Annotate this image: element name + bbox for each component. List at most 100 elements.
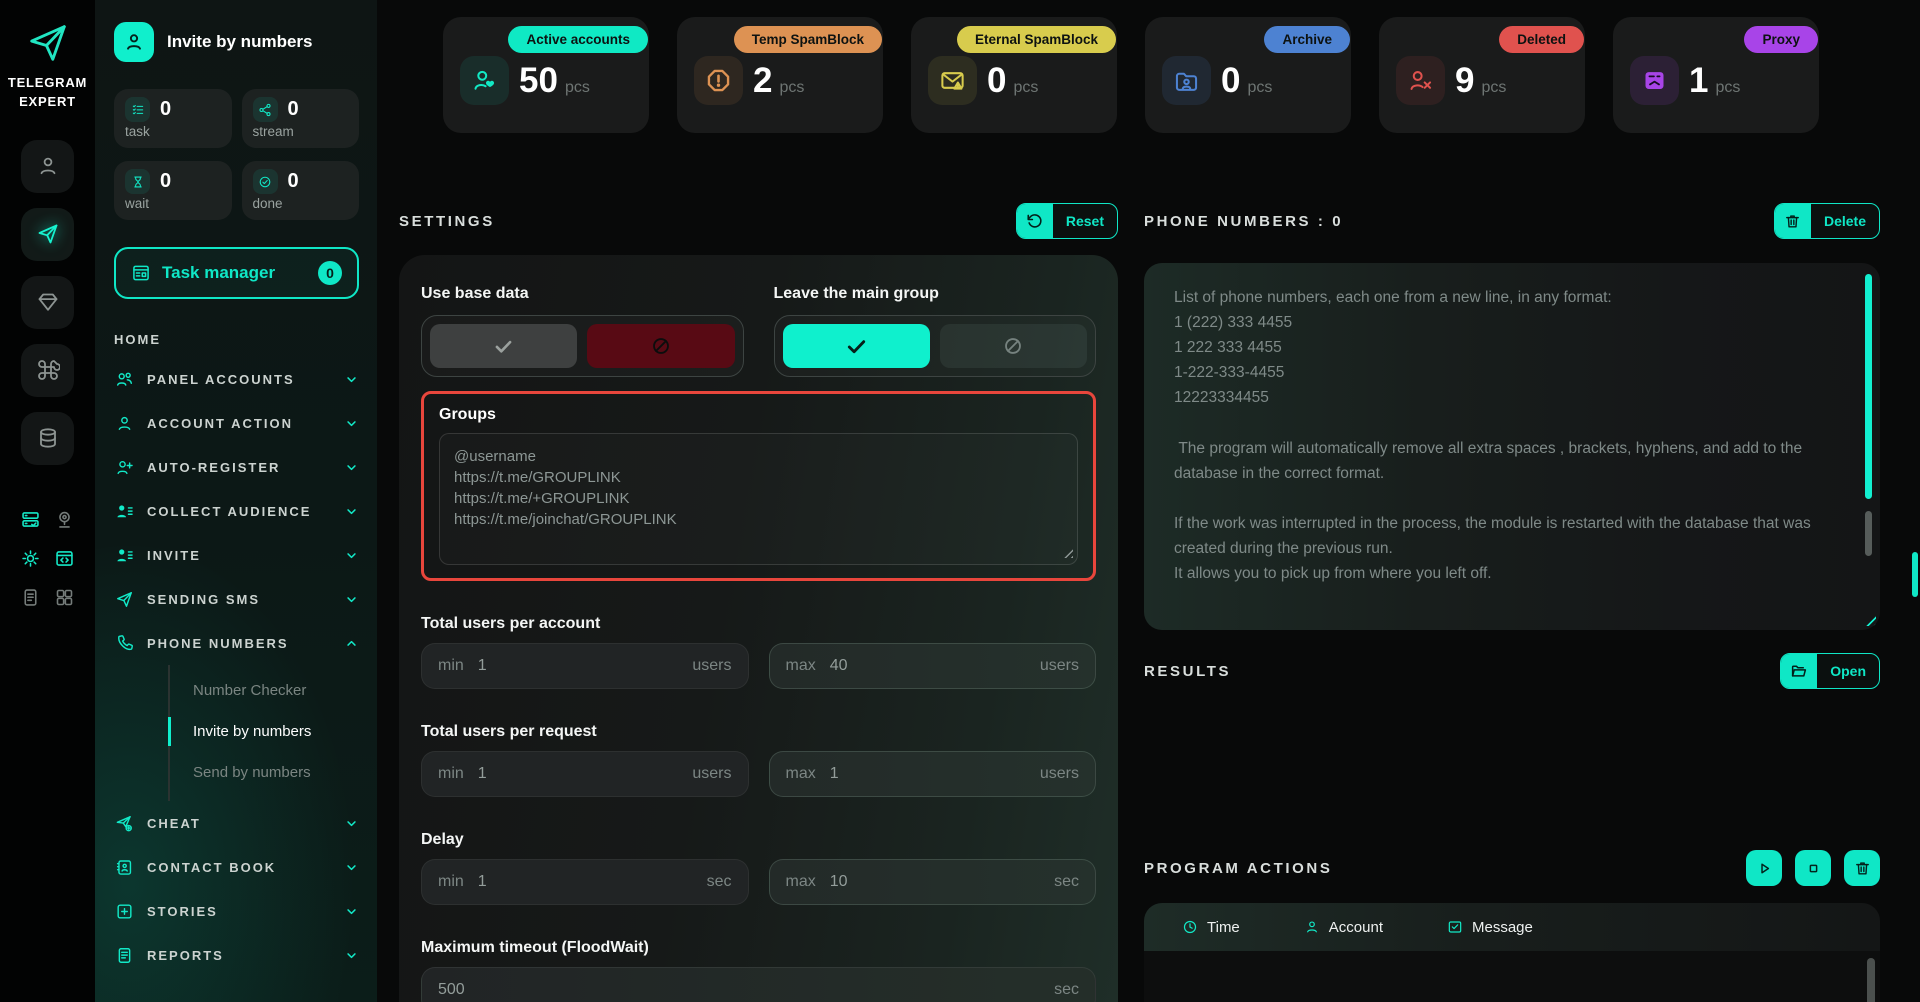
min-prefix: min	[438, 765, 464, 783]
rotate-ccw-icon	[1017, 204, 1053, 238]
nav-item-account-action[interactable]: ACCOUNT ACTION	[114, 401, 359, 445]
column-label: Time	[1207, 919, 1240, 936]
unit-label: sec	[707, 873, 732, 891]
rail-tiles	[21, 140, 74, 465]
delay-max-input[interactable]: max10sec	[769, 859, 1097, 905]
folder-user-icon	[1162, 56, 1211, 105]
gear-icon[interactable]	[20, 548, 42, 570]
nav-item-invite[interactable]: INVITE	[114, 533, 359, 577]
submenu-item-number-checker[interactable]: Number Checker	[170, 670, 359, 711]
document-icon[interactable]	[20, 587, 42, 609]
webcam-user-icon[interactable]	[54, 509, 76, 531]
settings-panel: Use base data Leave the main group Group…	[399, 255, 1118, 1002]
user-plus-icon	[114, 458, 134, 477]
chevron-down-icon	[344, 816, 359, 831]
use-base-data-no-option[interactable]	[587, 324, 734, 368]
scrollbar-thumb[interactable]	[1865, 511, 1872, 556]
stat-chip-stream: 0 stream	[242, 89, 360, 148]
task-window-icon	[131, 263, 151, 283]
users-per-account-max-input[interactable]: max40users	[769, 643, 1097, 689]
phone-numbers-submenu: Number Checker Invite by numbers Send by…	[168, 665, 359, 801]
column-time: Time	[1182, 919, 1240, 936]
status-unit: pcs	[1715, 79, 1740, 97]
submenu-item-invite-by-numbers[interactable]: Invite by numbers	[170, 711, 359, 752]
unit-label: users	[692, 765, 731, 783]
checklist-icon	[125, 97, 150, 122]
nav-item-cheat[interactable]: CHEAT	[114, 801, 359, 845]
reset-button[interactable]: Reset	[1016, 203, 1118, 239]
nav-item-sending-sms[interactable]: SENDING SMS	[114, 577, 359, 621]
delay-min-input[interactable]: min1sec	[421, 859, 749, 905]
nav-item-contact-book[interactable]: CONTACT BOOK	[114, 845, 359, 889]
program-actions-title: PROGRAM ACTIONS	[1144, 860, 1332, 877]
rail-tab-tools[interactable]	[21, 344, 74, 397]
page-title: Invite by numbers	[167, 32, 312, 52]
chevron-down-icon	[344, 460, 359, 475]
leave-main-group-yes-option[interactable]	[783, 324, 930, 368]
rail-tab-sender[interactable]	[21, 208, 74, 261]
table-header: Time Account Message	[1144, 903, 1880, 951]
people-icon	[114, 370, 134, 389]
nav-item-phone-numbers[interactable]: PHONE NUMBERS	[114, 621, 359, 665]
unit-label: users	[1040, 765, 1079, 783]
leave-main-group-no-option[interactable]	[940, 324, 1087, 368]
resize-handle-icon[interactable]	[1865, 615, 1876, 626]
users-per-request-min-input[interactable]: min1users	[421, 751, 749, 797]
code-window-icon[interactable]	[54, 548, 76, 570]
grid-icon[interactable]	[54, 587, 76, 609]
column-message: Message	[1447, 919, 1533, 936]
nav-item-collect-audience[interactable]: COLLECT AUDIENCE	[114, 489, 359, 533]
nav-item-stories[interactable]: STORIES	[114, 889, 359, 933]
status-card-deleted: Deleted 9pcs	[1379, 17, 1585, 133]
settings-column: SETTINGS Reset Use base data Leave the m…	[399, 203, 1118, 1002]
brand-line2: EXPERT	[8, 93, 87, 112]
proxy-server-icon	[1630, 56, 1679, 105]
stat-value: 0	[288, 98, 299, 121]
server-check-icon[interactable]	[20, 509, 42, 531]
rail-tab-accounts[interactable]	[21, 140, 74, 193]
rail-tab-premium[interactable]	[21, 276, 74, 329]
delete-button[interactable]: Delete	[1774, 203, 1880, 239]
users-per-request-max-input[interactable]: max1users	[769, 751, 1097, 797]
status-value: 1	[1689, 61, 1708, 101]
floodwait-timeout-input[interactable]: 500sec	[421, 967, 1096, 1002]
octagon-alert-icon	[694, 56, 743, 105]
groups-label: Groups	[439, 406, 1078, 424]
brand-name: TELEGRAM EXPERT	[8, 74, 87, 112]
phone-numbers-textarea[interactable]	[1174, 285, 1836, 608]
groups-textarea[interactable]	[439, 433, 1078, 565]
nav-label: PANEL ACCOUNTS	[147, 372, 295, 387]
open-results-button[interactable]: Open	[1780, 653, 1880, 689]
hourglass-icon	[125, 169, 150, 194]
stat-label: wait	[125, 196, 221, 211]
max-value: 10	[830, 873, 848, 891]
users-per-account-min-input[interactable]: min1users	[421, 643, 749, 689]
submenu-item-send-by-numbers[interactable]: Send by numbers	[170, 752, 359, 793]
phone-numbers-column: PHONE NUMBERS : 0 Delete RESULTS Open PR…	[1144, 203, 1880, 1002]
use-base-data-yes-option[interactable]	[430, 324, 577, 368]
rail-tab-database[interactable]	[21, 412, 74, 465]
chevron-down-icon	[344, 504, 359, 519]
play-button[interactable]	[1746, 850, 1782, 886]
paper-plane-icon	[36, 222, 60, 246]
user-icon	[36, 154, 60, 178]
clear-log-button[interactable]	[1844, 850, 1880, 886]
stop-button[interactable]	[1795, 850, 1831, 886]
brand-logo-paper-plane-icon	[25, 20, 71, 66]
toggle-use-base-data: Use base data	[421, 285, 744, 377]
status-unit: pcs	[565, 79, 590, 97]
scrollbar-thumb[interactable]	[1865, 274, 1872, 499]
check-icon	[845, 335, 868, 358]
nav-item-home[interactable]: HOME	[114, 321, 359, 357]
nav-item-panel-accounts[interactable]: PANEL ACCOUNTS	[114, 357, 359, 401]
nav-item-auto-register[interactable]: AUTO-REGISTER	[114, 445, 359, 489]
scrollbar-thumb[interactable]	[1867, 958, 1875, 1002]
toggle-label: Use base data	[421, 285, 744, 303]
open-label: Open	[1817, 663, 1879, 679]
status-card-temp-spamblock: Temp SpamBlock 2pcs	[677, 17, 883, 133]
check-circle-icon	[253, 169, 278, 194]
task-manager-button[interactable]: Task manager 0	[114, 247, 359, 299]
chevron-down-icon	[344, 948, 359, 963]
page-scrollbar-thumb[interactable]	[1912, 552, 1918, 597]
nav-item-reports[interactable]: REPORTS	[114, 933, 359, 977]
